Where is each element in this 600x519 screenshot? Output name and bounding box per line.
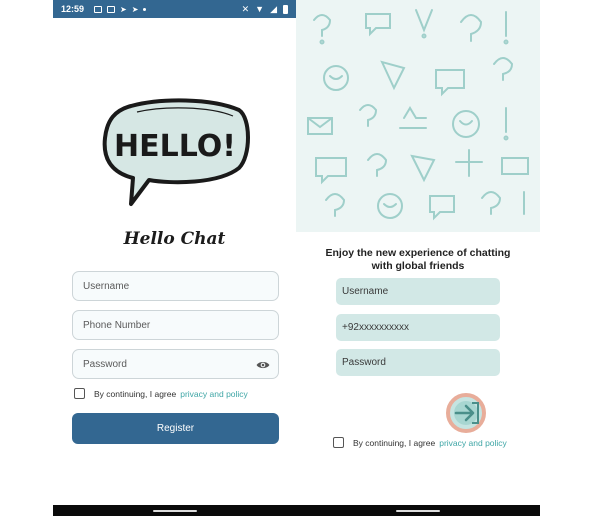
login-phone-input[interactable]: +92xxxxxxxxxx bbox=[336, 314, 500, 341]
login-navigation-bar bbox=[296, 505, 540, 516]
login-home-gesture-handle[interactable] bbox=[396, 510, 440, 512]
mute-icon: ✕ bbox=[241, 3, 250, 14]
login-phone-value: +92xxxxxxxxxx bbox=[342, 322, 409, 333]
login-terms-checkbox[interactable] bbox=[333, 437, 344, 448]
privacy-policy-link[interactable]: privacy and policy bbox=[180, 389, 248, 399]
password-placeholder: Password bbox=[83, 358, 127, 370]
tagline-line-1: Enjoy the new experience of chatting bbox=[325, 247, 511, 259]
login-privacy-policy-link[interactable]: privacy and policy bbox=[439, 438, 507, 448]
username-input[interactable]: Username bbox=[72, 271, 279, 301]
login-username-input[interactable]: Username bbox=[336, 278, 500, 305]
battery-icon bbox=[283, 4, 288, 14]
more-notifications-icon bbox=[143, 7, 147, 11]
password-input[interactable]: Password bbox=[72, 349, 279, 379]
terms-text: By continuing, I agree bbox=[94, 388, 177, 399]
tagline-line-2: with global friends bbox=[371, 260, 465, 272]
show-password-eye-icon[interactable] bbox=[256, 358, 270, 372]
username-placeholder: Username bbox=[83, 280, 130, 292]
telegram-notification-icon: ➤ bbox=[131, 4, 139, 14]
terms-agreement: By continuing, I agree privacy and polic… bbox=[74, 388, 248, 399]
signal-icon: ◢ bbox=[270, 3, 277, 14]
phone-number-input[interactable]: Phone Number bbox=[72, 310, 279, 340]
login-password-placeholder: Password bbox=[342, 357, 386, 368]
login-password-input[interactable]: Password bbox=[336, 349, 500, 376]
login-submit-arrow-icon[interactable] bbox=[446, 393, 486, 433]
telegram-notification-icon: ➤ bbox=[120, 4, 127, 14]
login-username-placeholder: Username bbox=[342, 286, 389, 297]
navigation-bar bbox=[53, 505, 296, 516]
wifi-icon: ▼ bbox=[255, 4, 265, 14]
status-bar: 12:59 ➤ ➤ ✕ ▼ ◢ bbox=[53, 0, 296, 18]
status-time: 12:59 bbox=[61, 4, 85, 14]
image-notification-icon bbox=[94, 5, 103, 13]
terms-checkbox[interactable] bbox=[74, 388, 85, 399]
doodle-background-pattern bbox=[296, 0, 540, 232]
register-button[interactable]: Register bbox=[72, 413, 279, 444]
register-button-label: Register bbox=[156, 423, 195, 434]
login-screen: Enjoy the new experience of chatting wit… bbox=[296, 0, 540, 519]
app-title: Hello Chat bbox=[123, 229, 226, 249]
hello-speech-bubble-logo: HELLO! bbox=[102, 98, 250, 206]
home-gesture-handle[interactable] bbox=[153, 510, 197, 512]
phone-number-placeholder: Phone Number bbox=[83, 319, 151, 331]
login-terms-agreement: By continuing, I agree privacy and polic… bbox=[333, 437, 507, 448]
register-screen: 12:59 ➤ ➤ ✕ ▼ ◢ HELLO! Hello Chat Userna… bbox=[53, 0, 296, 519]
login-terms-text: By continuing, I agree bbox=[353, 437, 436, 448]
message-notification-icon bbox=[107, 5, 116, 13]
hello-logo-text: HELLO! bbox=[114, 129, 236, 164]
tagline: Enjoy the new experience of chatting wit… bbox=[296, 247, 540, 273]
